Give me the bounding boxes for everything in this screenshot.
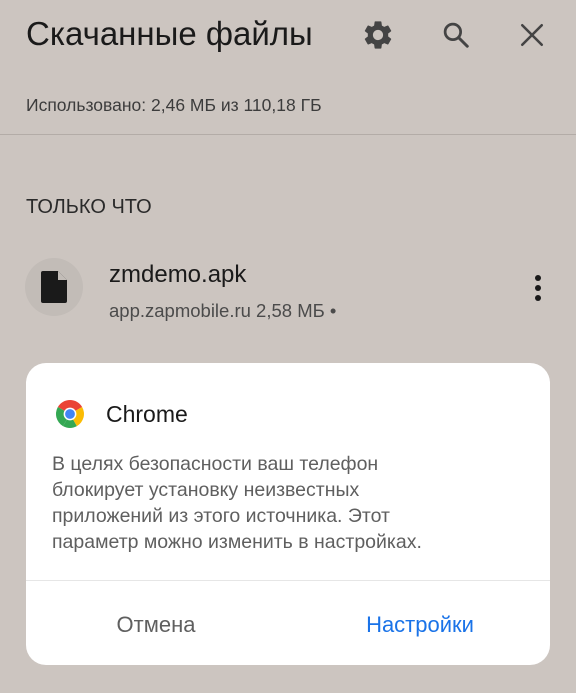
section-header: ТОЛЬКО ЧТО [26, 196, 152, 218]
list-item[interactable]: zmdemo.apk app.zapmobile.ru 2,58 МБ • [0, 250, 576, 330]
header-divider [0, 134, 576, 135]
dialog-title: Chrome [106, 400, 188, 427]
page-title: Скачанные файлы [26, 15, 313, 52]
dialog-message-line: параметр можно изменить в настройках. [52, 531, 422, 553]
search-button[interactable] [434, 13, 478, 57]
dialog-message-line: блокирует установку неизвестных [52, 479, 360, 501]
dialog-message: В целях безопасности ваш телефон блокиру… [52, 451, 532, 555]
file-meta: app.zapmobile.ru 2,58 МБ • [109, 300, 337, 321]
cancel-button[interactable]: Отмена [86, 603, 226, 647]
close-button[interactable] [510, 13, 554, 57]
gear-icon [364, 21, 392, 49]
close-icon [520, 23, 544, 47]
more-options-button[interactable] [520, 270, 556, 306]
install-blocked-dialog: Chrome В целях безопасности ваш телефон … [26, 363, 550, 665]
settings-button[interactable] [356, 13, 400, 57]
chrome-icon [56, 400, 84, 428]
file-icon [41, 271, 67, 303]
file-name: zmdemo.apk [109, 261, 247, 288]
dialog-message-line: В целях безопасности ваш телефон [52, 453, 379, 475]
dialog-header: Chrome [56, 399, 188, 429]
more-vert-icon [535, 275, 541, 301]
top-app-bar: Скачанные файлы [0, 0, 576, 75]
search-icon [443, 22, 469, 48]
dialog-message-line: приложений из этого источника. Этот [52, 505, 390, 527]
settings-link-button[interactable]: Настройки [338, 603, 502, 647]
file-avatar [25, 258, 83, 316]
storage-usage: Использовано: 2,46 МБ из 110,18 ГБ [26, 95, 322, 115]
dialog-divider [26, 580, 550, 581]
